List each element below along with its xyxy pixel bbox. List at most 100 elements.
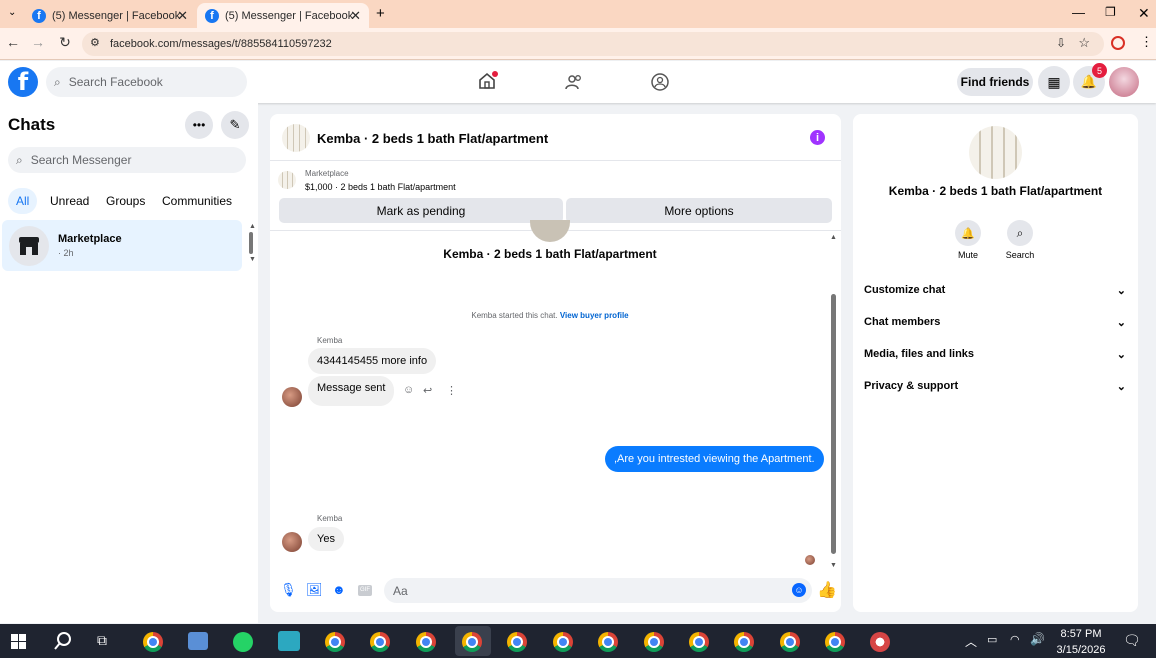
filter-all[interactable]: All <box>8 188 38 214</box>
sender-avatar[interactable] <box>282 387 302 407</box>
chat-list-scrollbar[interactable]: ▲ ▼ <box>249 223 256 268</box>
started-text: Kemba started this chat. <box>471 311 558 320</box>
conversation-title[interactable]: Kemba · 2 beds 1 bath Flat/apartment <box>317 131 548 146</box>
like-thumb-icon[interactable]: 👍 <box>817 580 837 600</box>
chrome-profile-icon[interactable] <box>644 632 664 652</box>
taskbar-search-icon[interactable] <box>53 631 73 651</box>
emoji-icon[interactable]: ☺ <box>792 583 806 597</box>
conversation-scrollbar[interactable]: ▲ ▼ <box>830 234 838 569</box>
info-icon[interactable]: i <box>810 130 825 145</box>
search-in-chat-button[interactable]: ⌕ <box>1007 220 1033 246</box>
chat-list-item[interactable]: Marketplace · 2h <box>2 220 242 271</box>
facebook-header: f ⌕ Search Facebook Find friends ▦ 🔔 5 <box>0 61 1156 103</box>
messenger-search-input[interactable]: ⌕ Search Messenger <box>8 147 246 173</box>
menu-grid-button[interactable]: ▦ <box>1038 66 1070 98</box>
file-explorer-icon[interactable] <box>188 632 208 650</box>
forward-icon[interactable]: → <box>29 34 47 50</box>
chrome-profile-icon[interactable] <box>507 632 527 652</box>
mute-button[interactable]: 🔔 <box>955 220 981 246</box>
reload-icon[interactable]: ↻ <box>56 34 74 51</box>
chevron-down-icon: ⌄ <box>1116 316 1126 329</box>
battery-icon[interactable]: ▭ <box>987 633 997 646</box>
app-taskbar-icon[interactable] <box>278 631 300 651</box>
message-composer-input[interactable]: Aa ☺ <box>384 578 812 603</box>
view-buyer-profile-link[interactable]: View buyer profile <box>560 311 629 320</box>
facebook-logo-icon[interactable]: f <box>8 67 38 97</box>
volume-icon[interactable]: 🔊 <box>1030 632 1045 646</box>
window-close-icon[interactable]: ✕ <box>1138 5 1150 22</box>
browser-tab-1[interactable]: f (5) Messenger | Facebook ✕ <box>24 3 196 28</box>
url-text: facebook.com/messages/t/885584110597232 <box>110 38 332 50</box>
site-settings-icon[interactable]: ⚙ <box>90 36 100 49</box>
composer-placeholder: Aa <box>393 583 408 598</box>
chrome-profile-icon[interactable] <box>780 632 800 652</box>
chat-members-row[interactable]: Chat members ⌄ <box>864 312 1126 332</box>
privacy-support-row[interactable]: Privacy & support ⌄ <box>864 376 1126 396</box>
whatsapp-icon[interactable] <box>233 632 253 652</box>
gif-icon[interactable]: GIF <box>358 585 372 596</box>
chrome-profile-icon[interactable] <box>689 632 709 652</box>
facebook-search-input[interactable]: ⌕ Search Facebook <box>46 67 247 97</box>
paint-app-icon[interactable] <box>870 632 890 652</box>
browser-menu-icon[interactable]: ⋮ <box>1140 34 1153 50</box>
sender-avatar[interactable] <box>282 532 302 552</box>
message-more-icon[interactable]: ⋮ <box>446 384 457 397</box>
sticker-icon[interactable]: ☻ <box>332 582 346 597</box>
tab-search-chevron-icon[interactable]: ⌄ <box>8 7 16 18</box>
windows-taskbar: ⧉ ︿ ▭ ◠ 🔊 8:57 PM 3/15/2026 🗨 <box>0 624 1156 658</box>
chrome-profile-icon-active[interactable] <box>462 632 482 652</box>
reply-icon[interactable]: ↩ <box>423 384 432 397</box>
back-icon[interactable]: ← <box>4 34 22 50</box>
chrome-profile-icon[interactable] <box>325 632 345 652</box>
filter-communities[interactable]: Communities <box>154 188 240 214</box>
chrome-profile-icon[interactable] <box>370 632 390 652</box>
task-view-icon[interactable]: ⧉ <box>97 632 107 649</box>
chrome-profile-icon[interactable] <box>825 632 845 652</box>
new-tab-icon[interactable]: + <box>376 5 385 22</box>
install-app-icon[interactable]: ⇩ <box>1056 36 1066 50</box>
windows-start-icon[interactable] <box>11 634 26 649</box>
new-message-button[interactable]: ✎ <box>221 111 249 139</box>
chrome-profile-icon[interactable] <box>553 632 573 652</box>
voice-clip-icon[interactable]: 🎙 <box>280 582 297 598</box>
filter-groups[interactable]: Groups <box>98 188 153 214</box>
message-bubble[interactable]: Message sent <box>308 376 395 406</box>
groups-icon[interactable] <box>650 72 670 92</box>
chrome-taskbar-icon[interactable] <box>143 632 163 652</box>
bookmark-star-icon[interactable]: ☆ <box>1078 35 1090 51</box>
outgoing-message-bubble[interactable]: ,Are you intrested viewing the Apartment… <box>605 446 824 472</box>
details-avatar[interactable] <box>969 126 1022 179</box>
wifi-icon[interactable]: ◠ <box>1010 633 1020 646</box>
message-bubble[interactable]: 4344145455 more info <box>308 348 437 374</box>
profile-icon[interactable] <box>1111 36 1125 50</box>
customize-chat-row[interactable]: Customize chat ⌄ <box>864 280 1126 300</box>
chrome-profile-icon[interactable] <box>734 632 754 652</box>
account-avatar[interactable] <box>1109 67 1139 97</box>
minimize-icon[interactable]: — <box>1072 5 1085 20</box>
attach-photo-icon[interactable]: 🖼 <box>306 582 323 598</box>
listing-detail[interactable]: $1,000 · 2 beds 1 bath Flat/apartment <box>305 182 456 192</box>
mark-as-pending-button[interactable]: Mark as pending <box>279 198 563 223</box>
close-tab-icon[interactable]: ✕ <box>350 8 361 24</box>
close-tab-icon[interactable]: ✕ <box>177 8 188 24</box>
url-field[interactable]: ⚙ facebook.com/messages/t/88558411059723… <box>82 32 1104 56</box>
browser-tab-2[interactable]: f (5) Messenger | Facebook ✕ <box>197 3 369 28</box>
more-options-button[interactable]: More options <box>566 198 832 223</box>
home-notification-dot <box>492 71 498 77</box>
chrome-profile-icon[interactable] <box>416 632 436 652</box>
react-smiley-icon[interactable]: ☺ <box>403 384 414 396</box>
message-bubble[interactable]: Yes <box>308 527 344 551</box>
chats-options-button[interactable]: ••• <box>185 111 213 139</box>
taskbar-time[interactable]: 8:57 PM <box>1050 628 1112 640</box>
section-label: Chat members <box>864 316 941 328</box>
filter-unread[interactable]: Unread <box>42 188 97 214</box>
notification-center-icon[interactable]: 🗨 <box>1123 632 1141 649</box>
listing-avatar[interactable] <box>282 124 310 152</box>
friends-icon[interactable] <box>564 72 584 92</box>
taskbar-date[interactable]: 3/15/2026 <box>1050 644 1112 656</box>
tray-chevron-up-icon[interactable]: ︿ <box>965 633 977 650</box>
restore-icon[interactable]: ❐ <box>1105 5 1116 19</box>
find-friends-button[interactable]: Find friends <box>957 68 1033 96</box>
media-files-links-row[interactable]: Media, files and links ⌄ <box>864 344 1126 364</box>
chrome-profile-icon[interactable] <box>598 632 618 652</box>
